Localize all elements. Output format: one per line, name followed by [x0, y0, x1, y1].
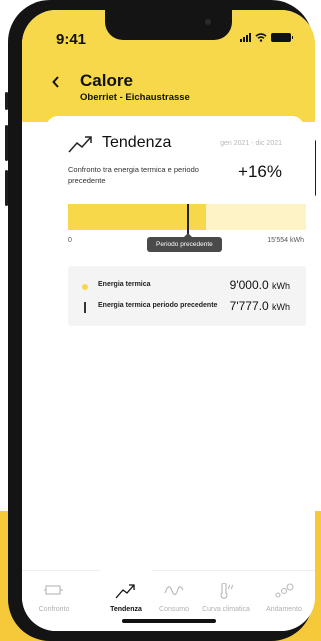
legend-box: Energia termica 9'000.0 kWh Energia term…: [68, 266, 306, 326]
mute-switch: [5, 92, 8, 110]
legend-label: Energia termica: [98, 281, 151, 288]
tab-curva-climatica[interactable]: Curva climatica: [197, 571, 255, 621]
tooltip-previous-period: Periodo precedente: [147, 233, 222, 252]
bar-max-label: 15'554 kWh: [267, 237, 304, 244]
page-subtitle: Oberriet - Eichaustrasse: [80, 92, 190, 103]
notch: [105, 10, 232, 40]
status-time: 9:41: [56, 31, 87, 48]
bar-min-label: 0: [68, 237, 72, 244]
thermometer-icon: [220, 583, 233, 599]
energy-bar: [68, 204, 306, 234]
legend-value: 9'000.0 kWh: [229, 278, 290, 292]
battery-icon: [44, 585, 63, 595]
percent-change: +16%: [238, 162, 282, 181]
bar-current-fill: [68, 204, 206, 230]
volume-up-button: [5, 125, 8, 161]
tab-label: Curva climatica: [202, 606, 250, 613]
wifi-icon: [255, 33, 267, 42]
legend-value: 7'777.0 kWh: [229, 299, 290, 313]
status-icons: [240, 33, 293, 42]
chevron-left-icon: [52, 76, 59, 88]
legend-line-icon: [84, 302, 86, 313]
tab-label: Consumo: [159, 606, 189, 613]
trend-card: Tendenza gen 2021 - dic 2021 Confronto t…: [46, 116, 306, 588]
phone-frame: 9:41 Calore Oberriet - Eichaustrasse Ten…: [5, 0, 316, 641]
period-range: gen 2021 - dic 2021: [220, 140, 282, 147]
volume-down-button: [5, 170, 8, 206]
trend-title: Tendenza: [102, 134, 172, 151]
trend-up-icon: [68, 136, 92, 153]
comparison-text: Confronto tra energia termica e periodo …: [68, 165, 199, 185]
battery-icon: [271, 33, 293, 42]
signal-icon: [240, 33, 251, 42]
page-title: Calore: [80, 71, 133, 90]
back-button[interactable]: [52, 72, 60, 93]
tab-label: Confronto: [38, 606, 70, 613]
camera-icon: [205, 19, 211, 25]
tab-consumo[interactable]: Consumo: [145, 571, 203, 621]
legend-row-current: Energia termica 9'000.0 kWh: [68, 277, 306, 297]
tab-confronto[interactable]: Confronto: [25, 571, 83, 621]
trend-up-icon: [115, 584, 135, 599]
legend-dot-icon: [82, 284, 88, 290]
phone-screen: 9:41 Calore Oberriet - Eichaustrasse Ten…: [22, 10, 315, 631]
bubbles-icon: [275, 583, 294, 598]
wave-icon: [164, 586, 184, 596]
tab-label: Andamento: [266, 606, 302, 613]
home-indicator: [122, 619, 216, 623]
bar-previous-marker[interactable]: [187, 204, 189, 234]
legend-row-previous: Energia termica periodo precedente 7'777…: [68, 298, 306, 318]
legend-label: Energia termica periodo precedente: [98, 302, 218, 309]
tab-andamento[interactable]: Andamento: [255, 571, 313, 621]
